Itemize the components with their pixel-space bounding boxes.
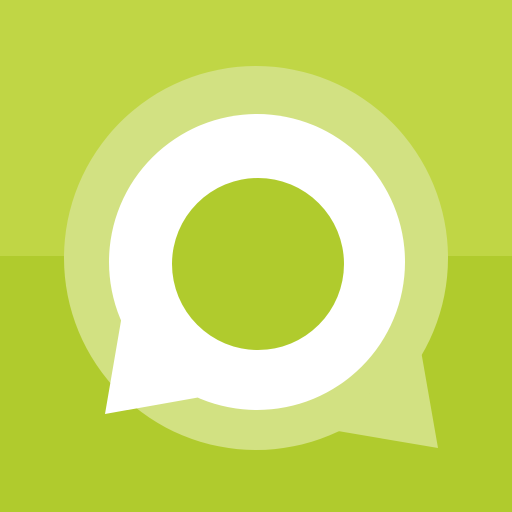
chat-bubble-icon bbox=[0, 0, 512, 512]
center-dot bbox=[172, 178, 344, 350]
app-icon-tile bbox=[0, 0, 512, 512]
